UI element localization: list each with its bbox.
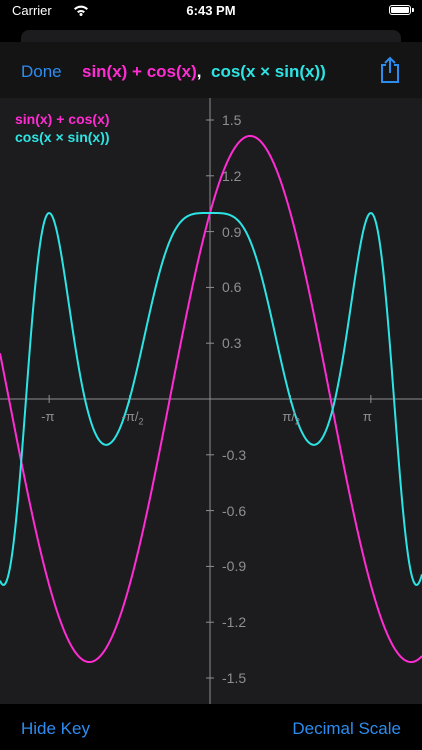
x-tick-label: -π (41, 409, 55, 424)
x-tick-label: π (362, 409, 372, 424)
y-tick-label: 0.3 (222, 335, 242, 352)
legend: sin(x) + cos(x) cos(x × sin(x)) (15, 110, 110, 146)
y-tick-label: 0.9 (222, 223, 242, 240)
formula-2: cos(x × sin(x)) (210, 62, 326, 81)
x-tick-label: -π/2 (121, 409, 144, 427)
y-tick-label: 1.2 (222, 167, 242, 184)
y-tick-label: -1.5 (222, 670, 247, 686)
formula-separator: , (196, 62, 202, 81)
share-icon[interactable] (378, 56, 402, 84)
graph-plot (0, 98, 422, 704)
y-tick-label: 1.5 (222, 112, 242, 128)
y-tick-label: -0.6 (222, 502, 247, 519)
formula-title: sin(x) + cos(x), cos(x × sin(x)) (82, 62, 326, 82)
legend-entry-1: sin(x) + cos(x) (15, 111, 110, 127)
hide-key-button[interactable]: Hide Key (21, 719, 90, 739)
bottom-toolbar: Hide Key Decimal Scale (0, 704, 422, 750)
y-tick-label: -0.9 (222, 558, 247, 575)
decimal-scale-button[interactable]: Decimal Scale (292, 719, 401, 739)
done-button[interactable]: Done (21, 62, 62, 82)
graph-header: Done sin(x) + cos(x), cos(x × sin(x)) (0, 42, 422, 98)
x-tick-label: π/2 (282, 409, 301, 427)
y-tick-label: -0.3 (222, 446, 247, 463)
clock: 6:43 PM (186, 3, 236, 18)
status-bar: Carrier 6:43 PM (0, 0, 422, 24)
y-tick-label: -1.2 (222, 614, 247, 631)
sheet-top (21, 30, 401, 42)
graph-canvas[interactable]: sin(x) + cos(x) cos(x × sin(x)) 1.5 1.2 0.… (0, 98, 422, 704)
y-tick-label: 0.6 (222, 279, 242, 296)
battery-icon (389, 5, 414, 15)
legend-entry-2: cos(x × sin(x)) (15, 129, 110, 145)
formula-1: sin(x) + cos(x) (82, 62, 197, 81)
